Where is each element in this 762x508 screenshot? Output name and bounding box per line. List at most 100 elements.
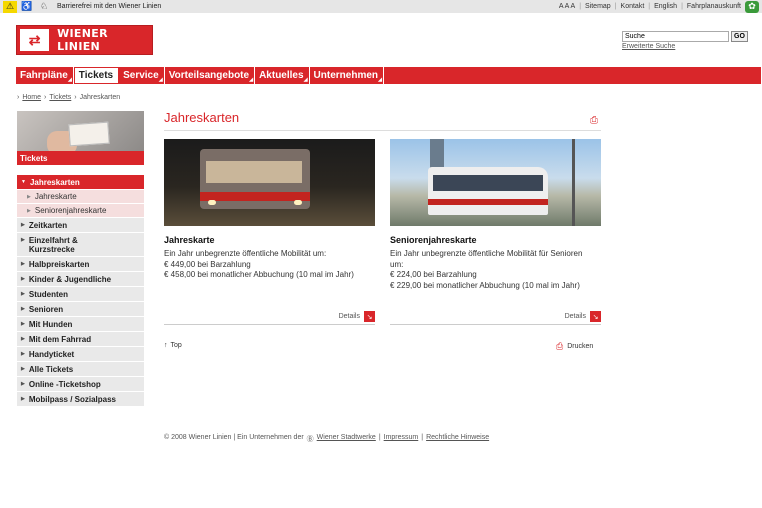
fahrplanauskunft-link[interactable]: Fahrplanauskunft	[687, 3, 741, 10]
corner-arrow-icon: ◢	[303, 77, 308, 83]
english-link[interactable]: English	[654, 3, 677, 10]
ticket-shape	[68, 121, 110, 147]
font-size-switcher[interactable]: A A A	[559, 3, 575, 10]
printer-icon[interactable]: ⎙	[590, 115, 598, 126]
sidebar-item-label: Jahreskarten	[29, 178, 80, 187]
nav-vorteilsangebote[interactable]: Vorteilsangebote ◢	[165, 67, 256, 84]
sidebar-item-senioren[interactable]: ▶ Senioren	[17, 302, 144, 317]
sidebar-item-mobilpass[interactable]: ▶ Mobilpass / Sozialpass	[17, 392, 144, 407]
card-text: Ein Jahr unbegrenzte öffentliche Mobilit…	[390, 249, 583, 269]
sidebar-item-label: Mobilpass / Sozialpass	[28, 395, 116, 404]
arrow-right-icon: ▶	[27, 193, 31, 200]
nav-service[interactable]: Service ◢	[119, 67, 165, 84]
details-link[interactable]: Details ↘	[339, 311, 375, 322]
pole-shape	[572, 139, 575, 226]
card-description: Ein Jahr unbegrenzte öffentliche Mobilit…	[390, 249, 595, 291]
sidebar-item-online-ticketshop[interactable]: ▶ Online -Ticketshop	[17, 377, 144, 392]
sidebar-item-einzelfahrt[interactable]: ▶ Einzelfahrt & Kurzstrecke	[17, 233, 144, 257]
breadcrumb-tickets[interactable]: Tickets	[49, 94, 71, 101]
accessibility-link[interactable]: Barrierefrei mit den Wiener Linien	[57, 3, 161, 10]
sitemap-link[interactable]: Sitemap	[585, 3, 611, 10]
details-link[interactable]: Details ↘	[565, 311, 601, 322]
breadcrumb-home[interactable]: Home	[22, 94, 41, 101]
sidebar-subitem-seniorenjahreskarte[interactable]: ▶ Seniorenjahreskarte	[17, 204, 144, 218]
sidebar-item-zeitkarten[interactable]: ▶ Zeitkarten	[17, 218, 144, 233]
breadcrumb: › Home › Tickets › Jahreskarten	[17, 94, 120, 101]
rechtliche-hinweise-link[interactable]: Rechtliche Hinweise	[426, 434, 489, 444]
sidebar-item-label: Einzelfahrt & Kurzstrecke	[28, 236, 78, 254]
nav-unternehmen[interactable]: Unternehmen ◢	[310, 67, 384, 84]
print-label: Drucken	[567, 343, 594, 350]
wiener-linien-logo[interactable]: ⇄ WIENER LINIEN	[16, 25, 153, 55]
sidebar-ticket-image	[17, 111, 144, 151]
top-link[interactable]: ↑ Top	[164, 342, 182, 349]
top-label: Top	[170, 342, 182, 349]
card-price-monthly: € 458,00 bei monatlicher Abbuchung (10 m…	[164, 270, 354, 279]
arrow-right-icon: ▶	[21, 237, 25, 243]
separator: |	[378, 434, 381, 441]
corner-arrow-icon: ◢	[67, 77, 72, 83]
stroller-icon[interactable]: ♘	[37, 1, 51, 13]
sidebar-item-label: Senioren	[28, 305, 64, 314]
card-price-monthly: € 229,00 bei monatlicher Abbuchung (10 m…	[390, 280, 580, 290]
stadtwerke-link[interactable]: Wiener Stadtwerke	[317, 434, 376, 444]
globe-icon[interactable]: ✿	[745, 0, 759, 13]
page-title: Jahreskarten	[164, 110, 240, 125]
arrow-right-icon: ▶	[21, 336, 25, 342]
sidebar-item-mit-hunden[interactable]: ▶ Mit Hunden	[17, 317, 144, 332]
impressum-link[interactable]: Impressum	[384, 434, 419, 444]
card-title: Seniorenjahreskarte	[390, 235, 477, 245]
advanced-search-link[interactable]: Erweiterte Suche	[622, 43, 675, 50]
nav-label: Vorteilsangebote	[168, 70, 250, 81]
copyright-text: © 2008 Wiener Linien | Ein Unternehmen d…	[164, 434, 304, 441]
breadcrumb-arrow-icon: ›	[44, 94, 47, 101]
sidebar-item-alle-tickets[interactable]: ▶ Alle Tickets	[17, 362, 144, 377]
card-description: Ein Jahr unbegrenzte öffentliche Mobilit…	[164, 249, 369, 281]
search-input[interactable]	[622, 31, 729, 42]
nav-aktuelles[interactable]: Aktuelles ◢	[255, 67, 310, 84]
nav-label: Service	[123, 70, 159, 81]
main-nav: Fahrpläne ◢ Tickets Service ◢ Vorteilsange…	[16, 67, 761, 84]
nav-label: Unternehmen	[313, 70, 378, 81]
sidebar-item-label: Mit dem Fahrrad	[28, 335, 92, 344]
bus-stripe	[200, 192, 310, 201]
nav-label: Fahrpläne	[20, 70, 68, 81]
kontakt-link[interactable]: Kontakt	[621, 3, 645, 10]
sidebar-item-jahreskarten[interactable]: ▼ Jahreskarten	[17, 175, 144, 190]
sidebar-item-halbpreiskarten[interactable]: ▶ Halbpreiskarten	[17, 257, 144, 272]
print-link[interactable]: ⎙ Drucken	[556, 341, 593, 352]
separator: |	[614, 3, 617, 10]
search-go-button[interactable]: GO	[731, 31, 748, 42]
logo-mark-icon: ⇄	[20, 29, 50, 51]
bus-light	[294, 200, 302, 205]
sidebar-subitem-jahreskarte[interactable]: ▶ Jahreskarte	[17, 190, 144, 204]
logo-text: WIENER LINIEN	[57, 27, 108, 53]
sidebar-heading: Tickets	[17, 151, 144, 165]
divider	[164, 324, 375, 325]
tram-shape	[428, 167, 548, 215]
sidebar: Tickets ▼ Jahreskarten ▶ Jahreskarte ▶ Seni…	[17, 111, 144, 407]
arrow-right-icon[interactable]: ↘	[590, 311, 601, 322]
sidebar-item-handyticket[interactable]: ▶ Handyticket	[17, 347, 144, 362]
warning-icon[interactable]: ⚠	[3, 0, 17, 13]
nav-fahrplaene[interactable]: Fahrpläne ◢	[16, 67, 74, 84]
sidebar-menu: ▼ Jahreskarten ▶ Jahreskarte ▶ Seniorenjahr…	[17, 175, 144, 407]
card-price-cash: € 224,00 bei Barzahlung	[390, 270, 477, 279]
bus-light	[208, 200, 216, 205]
nav-label: Aktuelles	[259, 70, 304, 81]
card-title: Jahreskarte	[164, 235, 215, 245]
sidebar-item-label: Alle Tickets	[28, 365, 74, 374]
wheelchair-icon[interactable]: ♿	[20, 1, 34, 13]
arrow-right-icon: ▶	[21, 222, 25, 228]
tram-photo	[390, 139, 601, 226]
details-label: Details	[564, 313, 586, 320]
sidebar-item-studenten[interactable]: ▶ Studenten	[17, 287, 144, 302]
arrow-right-icon[interactable]: ↘	[364, 311, 375, 322]
sidebar-item-kinder-jugendliche[interactable]: ▶ Kinder & Jugendliche	[17, 272, 144, 287]
nav-tickets[interactable]: Tickets	[73, 67, 120, 84]
search-form: GO	[622, 31, 748, 42]
utility-bar: ⚠ ♿ ♘ Barrierefrei mit den Wiener Linien…	[0, 0, 762, 13]
arrow-right-icon: ▶	[21, 321, 25, 327]
sidebar-item-mit-dem-fahrrad[interactable]: ▶ Mit dem Fahrrad	[17, 332, 144, 347]
arrow-right-icon: ▶	[21, 291, 25, 297]
